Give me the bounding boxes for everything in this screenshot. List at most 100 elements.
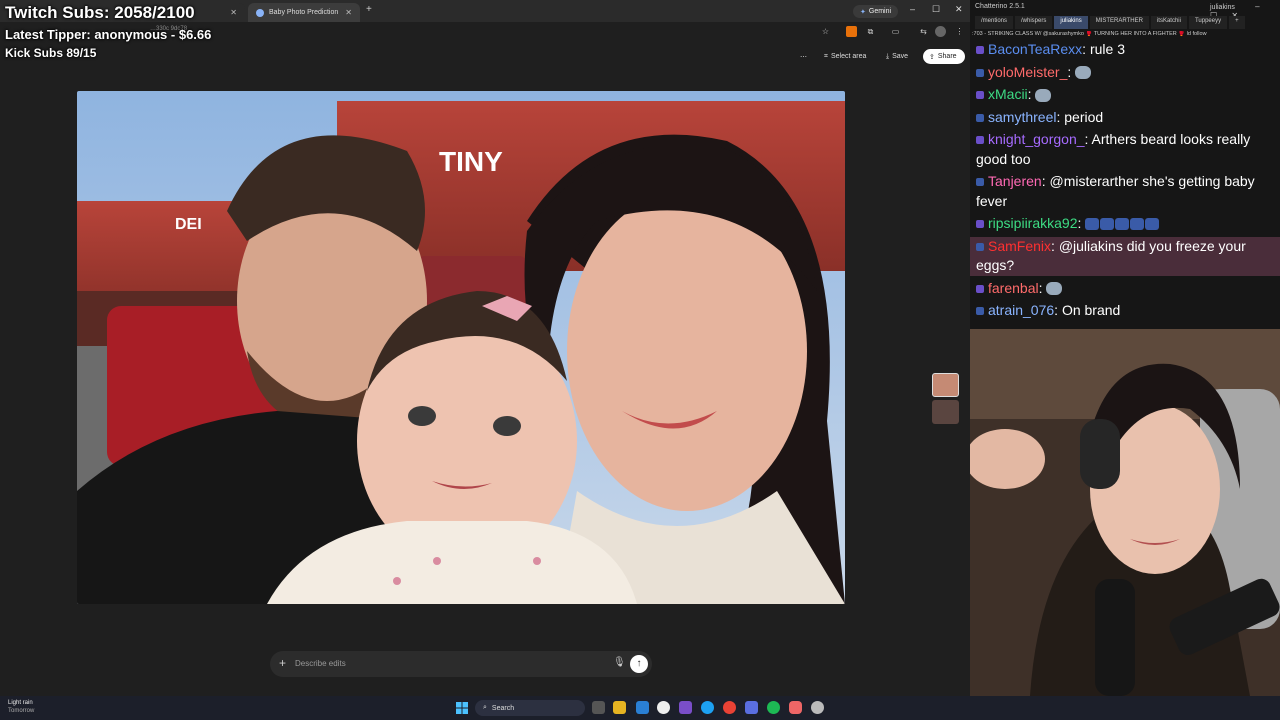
chat-badge-icon (976, 284, 984, 293)
extension-icon[interactable] (846, 26, 857, 37)
describe-edits-input[interactable]: Describe edits (295, 659, 346, 668)
new-tab-button[interactable]: + (366, 4, 372, 15)
chat-tab-misterarther[interactable]: MISTERARTHER (1089, 16, 1149, 29)
maximize-button[interactable]: ☐ (932, 4, 940, 15)
chat-colon: : (1084, 131, 1092, 147)
app-icon[interactable] (636, 701, 649, 714)
emote-icon (1046, 282, 1063, 296)
share-icon: ⇪ (929, 53, 935, 61)
close-window-button[interactable]: ✕ (955, 4, 963, 15)
close-tab-icon[interactable]: ✕ (230, 8, 237, 17)
variant-thumbnails (932, 373, 960, 427)
chat-tab-juliakins[interactable]: juliakins (1054, 16, 1088, 29)
chat-message: Tanjeren: @misterarther she's getting ba… (976, 172, 1276, 211)
chat-username[interactable]: ripsipiirakka92 (988, 215, 1077, 231)
chat-message: ripsipiirakka92: (976, 214, 1276, 234)
thumbnail-2[interactable] (932, 400, 959, 424)
tab-label: Baby Photo Prediction (269, 9, 339, 16)
browser-tab-baby-photo[interactable]: Baby Photo Prediction ✕ (248, 3, 360, 22)
chat-tab-tuppeeyy[interactable]: Tuppeeyy (1188, 16, 1228, 29)
extensions-puzzle-icon[interactable]: ⧉ (865, 26, 876, 37)
chat-username[interactable]: knight_gorgon_ (988, 131, 1085, 147)
chat-message: yoloMeister_: (976, 63, 1276, 83)
weather-condition: Light rain (8, 700, 33, 706)
windows-start-icon[interactable] (456, 702, 468, 714)
select-area-button[interactable]: ⌗ Select area (818, 49, 872, 64)
chat-username[interactable]: samythreel (988, 109, 1056, 125)
minimize-button[interactable]: – (910, 4, 915, 14)
chat-badge-icon (976, 242, 984, 251)
chat-colon: : (1077, 215, 1086, 231)
chat-app-title: Chatterino 2.5.1 (975, 3, 1025, 10)
chat-text: rule 3 (1089, 41, 1125, 57)
chat-username[interactable]: SamFenix (988, 238, 1051, 254)
chat-tab-whispers[interactable]: /whispers (1015, 16, 1053, 29)
store-sign-text: TINY (439, 146, 503, 177)
add-chat-tab-button[interactable]: + (1229, 16, 1245, 29)
share-button[interactable]: ⇪ Share (923, 49, 965, 64)
minimize-icon[interactable]: – (1255, 2, 1259, 11)
discord-icon[interactable] (679, 701, 692, 714)
chat-username[interactable]: farenbal (988, 280, 1039, 296)
cast-icon[interactable]: ⇆ (918, 26, 929, 37)
chat-tab-itskatchii[interactable]: itsKatchii (1150, 16, 1187, 29)
sidepanel-icon[interactable]: ▭ (890, 26, 901, 37)
chat-username[interactable]: BaconTeaRexx (988, 41, 1082, 57)
chat-message: farenbal: (976, 279, 1276, 299)
chat-badge-icon (976, 307, 984, 316)
chat-badge-icon (976, 178, 984, 187)
chat-message: knight_gorgon_: Arthers beard looks real… (976, 130, 1276, 169)
describe-edits-bar: + Describe edits 🎙 ↑ (270, 651, 652, 677)
generated-family-photo[interactable]: TINY DEI (77, 91, 845, 604)
chat-tab-mentions[interactable]: /mentions (975, 16, 1014, 29)
send-arrow-icon[interactable]: ↑ (630, 655, 648, 673)
share-label: Share (937, 53, 957, 60)
store-front-text: DEI (175, 216, 202, 233)
chat-username[interactable]: yoloMeister_ (988, 64, 1067, 80)
chat-colon: : (1054, 302, 1062, 318)
profile-avatar[interactable] (935, 26, 946, 37)
file-explorer-icon[interactable] (613, 701, 626, 714)
chat-username[interactable]: atrain_076 (988, 302, 1054, 318)
more-options-button[interactable]: ⋯ (794, 49, 813, 64)
app-icon-c[interactable] (657, 701, 670, 714)
chat-channel-label: juliakins (1210, 4, 1235, 11)
weather-widget[interactable]: Light rain Tomorrow (8, 699, 34, 715)
save-label: Save (892, 53, 909, 60)
twitch-subs-overlay: Twitch Subs: 2058/2100 (5, 3, 195, 22)
chat-message: xMacii: (976, 85, 1276, 105)
chat-badge-icon (976, 136, 984, 145)
emote-icon (1075, 66, 1092, 80)
chat-message: BaconTeaRexx: rule 3 (976, 40, 1276, 60)
chat-message: atrain_076: On brand (976, 301, 1276, 321)
stream-title-banner: :703 - STRIKING CLASS W/ @sakurashymko 🥊… (972, 31, 1207, 37)
spotify-icon[interactable] (767, 701, 780, 714)
close-tab-icon[interactable]: ✕ (345, 8, 352, 17)
search-icon: ⌕ (483, 704, 487, 711)
webcam-image (970, 329, 1280, 696)
chat-message: samythreel: period (976, 108, 1276, 128)
gemini-star-icon: ✦ (860, 8, 866, 16)
add-attachment-icon[interactable]: + (279, 656, 286, 670)
emote-icon (1115, 218, 1130, 231)
microphone-icon[interactable]: 🎙 (613, 657, 626, 668)
gemini-button[interactable]: ✦ Gemini (853, 5, 899, 18)
chrome-icon[interactable] (723, 701, 736, 714)
taskbar-search[interactable]: ⌕ Search (475, 700, 585, 716)
thumbnail-1[interactable] (932, 373, 959, 397)
task-view-icon[interactable] (592, 701, 605, 714)
app-icon-2[interactable] (745, 701, 758, 714)
chat-username[interactable]: Tanjeren (988, 173, 1042, 189)
chat-badge-icon (976, 91, 984, 100)
browser-menu-icon[interactable]: ⋮ (954, 26, 965, 37)
download-icon: ⤓ (886, 52, 890, 60)
chat-colon: : (1027, 86, 1036, 102)
app-icon-4[interactable] (811, 701, 824, 714)
chat-badge-icon (976, 220, 984, 229)
edge-icon[interactable] (701, 701, 714, 714)
emote-icon (1085, 218, 1100, 231)
app-icon-3[interactable] (789, 701, 802, 714)
bookmark-star-icon[interactable]: ☆ (820, 26, 831, 37)
save-button[interactable]: ⤓ Save (880, 49, 914, 64)
chat-username[interactable]: xMacii (988, 86, 1028, 102)
